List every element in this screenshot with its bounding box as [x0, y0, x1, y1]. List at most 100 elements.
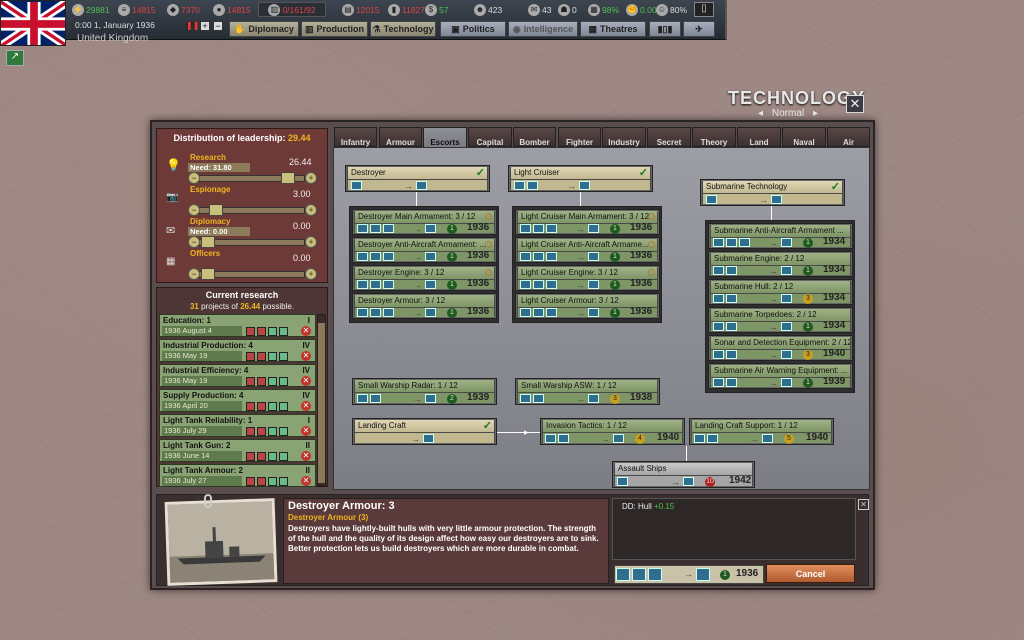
move-up-icon[interactable]	[268, 477, 277, 486]
move-first-icon[interactable]	[279, 427, 288, 436]
scrollbar-thumb[interactable]	[318, 323, 325, 483]
move-up-icon[interactable]	[268, 352, 277, 361]
officers-increase[interactable]: +	[305, 268, 317, 280]
tab-diplomacy[interactable]: ✋ Diplomacy	[229, 21, 299, 37]
move-top-icon[interactable]	[246, 352, 255, 361]
tab-infantry[interactable]: Infantry	[334, 127, 377, 147]
tech-small-warship-radar[interactable]: Small Warship Radar: 1 / 12 → 2 1939	[352, 378, 497, 405]
research-decrease[interactable]: −	[188, 172, 200, 184]
tab-secret[interactable]: Secret	[647, 127, 691, 147]
tab-naval[interactable]: Naval	[782, 127, 826, 147]
move-down-icon[interactable]	[257, 427, 266, 436]
tab-capital[interactable]: Capital	[468, 127, 512, 147]
move-top-icon[interactable]	[246, 377, 255, 386]
move-up-icon[interactable]	[268, 427, 277, 436]
energy-resource[interactable]: ⚡ 29881	[72, 2, 110, 17]
move-down-icon[interactable]	[257, 452, 266, 461]
tab-technology[interactable]: ⚗ Technology	[370, 21, 436, 37]
outliner-toggle-button[interactable]: ↗	[6, 50, 24, 66]
tech-landing-craft-support[interactable]: Landing Craft Support: 1 / 12 → 5 1940	[689, 418, 834, 445]
slow-down-button[interactable]: −	[213, 21, 223, 31]
money-resource[interactable]: $57	[425, 2, 448, 17]
officers-slider-handle[interactable]	[201, 268, 215, 280]
move-up-icon[interactable]	[268, 377, 277, 386]
crude-oil-resource[interactable]: ● 14815	[213, 2, 251, 17]
rare-materials-resource[interactable]: ◆ 7370	[167, 2, 200, 17]
tab-fighter[interactable]: Fighter	[558, 127, 601, 147]
research-queue-item[interactable]: Supply Production: 4 IV 1936 April 20 ✕	[159, 389, 316, 412]
cancel-research-icon[interactable]: ✕	[301, 376, 311, 386]
research-queue-item[interactable]: Light Tank Gun: 2 II 1936 June 14 ✕	[159, 439, 316, 462]
cancel-research-icon[interactable]: ✕	[301, 401, 311, 411]
research-slider-handle[interactable]	[281, 172, 295, 184]
research-queue-item[interactable]: Industrial Efficiency: 4 IV 1936 May 19 ✕	[159, 364, 316, 387]
move-first-icon[interactable]	[279, 452, 288, 461]
move-up-icon[interactable]	[268, 452, 277, 461]
tab-industry[interactable]: Industry	[602, 127, 646, 147]
speed-up-button[interactable]: +	[200, 21, 210, 31]
mode-selector[interactable]: ◂ Normal ▸	[758, 108, 818, 119]
tech-submarine-technology[interactable]: Submarine Technology → ✓	[700, 179, 845, 206]
research-queue-item[interactable]: Education: 1 I 1936 August 4 ✕	[159, 314, 316, 337]
tech-submarine-air-warning-equipment[interactable]: Submarine Air Warning Equipment: ... → 1 19…	[708, 363, 853, 389]
close-window-button[interactable]: ✕	[846, 95, 864, 113]
close-detail-button[interactable]: ✕	[858, 499, 869, 510]
tab-armour[interactable]: Armour	[379, 127, 422, 147]
tech-light-cruiser-engine[interactable]: Light Cruiser Engine: 3 / 12 → 1 1936	[515, 265, 660, 291]
manpower-resource[interactable]: ☻ 423	[474, 2, 502, 17]
messages-counter[interactable]: ✉ 43	[528, 2, 551, 17]
national-unity[interactable]: ▦ 98%	[588, 2, 619, 17]
research-scrollbar[interactable]	[317, 314, 326, 486]
move-down-icon[interactable]	[257, 327, 266, 336]
tab-land[interactable]: Land	[737, 127, 781, 147]
move-down-icon[interactable]	[257, 352, 266, 361]
war-exhaustion[interactable]: ☺ 80%	[656, 2, 687, 17]
research-queue-item[interactable]: Light Tank Reliability: 1 I 1936 July 29 ✕	[159, 414, 316, 437]
move-first-icon[interactable]	[279, 377, 288, 386]
tech-submarine-hull[interactable]: Submarine Hull: 2 / 12 → 3 1934	[708, 279, 853, 305]
dissent-indicator[interactable]: ✊ 0.00	[626, 2, 657, 17]
options-button[interactable]: ✈	[683, 21, 715, 37]
espionage-increase[interactable]: +	[305, 204, 317, 216]
move-down-icon[interactable]	[257, 402, 266, 411]
tech-light-cruiser-anti-aircraft-armament[interactable]: Light Cruiser Anti-Aircraft Armame... → 1 1…	[515, 237, 660, 263]
tech-submarine-anti-aircraft-armament[interactable]: Submarine Anti-Aircraft Armament ... → 1 19…	[708, 223, 853, 249]
tab-theatres[interactable]: ▦ Theatres	[580, 21, 646, 37]
pause-button[interactable]: ❚❚	[186, 21, 199, 31]
tab-bomber[interactable]: Bomber	[513, 127, 556, 147]
tech-landing-craft[interactable]: Landing Craft → ✓	[352, 418, 497, 445]
tech-submarine-torpedoes[interactable]: Submarine Torpedoes: 2 / 12 → 1 1934	[708, 307, 853, 333]
tab-escorts[interactable]: Escorts	[423, 127, 467, 149]
tech-destroyer-engine[interactable]: Destroyer Engine: 3 / 12 → 1 1936	[352, 265, 497, 291]
diplomacy-slider-handle[interactable]	[201, 236, 215, 248]
tab-air[interactable]: Air	[827, 127, 870, 147]
cancel-research-icon[interactable]: ✕	[301, 476, 311, 486]
cancel-research-icon[interactable]: ✕	[301, 451, 311, 461]
officers-decrease[interactable]: −	[188, 268, 200, 280]
tech-light-cruiser[interactable]: Light Cruiser → ✓	[508, 165, 653, 192]
diplomacy-decrease[interactable]: −	[188, 236, 200, 248]
move-down-icon[interactable]	[257, 477, 266, 486]
metal-resource[interactable]: ≡ 14815	[118, 2, 156, 17]
diplomacy-increase[interactable]: +	[305, 236, 317, 248]
tech-destroyer-main-armament[interactable]: Destroyer Main Armament: 3 / 12 → 1 1936	[352, 209, 497, 235]
research-queue-item[interactable]: Industrial Production: 4 IV 1936 May 19 ✕	[159, 339, 316, 362]
cancel-button[interactable]: Cancel	[766, 564, 855, 583]
cancel-research-icon[interactable]: ✕	[301, 351, 311, 361]
research-increase[interactable]: +	[305, 172, 317, 184]
tech-destroyer-armour[interactable]: Destroyer Armour: 3 / 12 → 1 1936	[352, 293, 497, 319]
espionage-decrease[interactable]: −	[188, 204, 200, 216]
tab-production[interactable]: ▥ Production	[301, 21, 368, 37]
fuel-resource[interactable]: ▮ 11827	[388, 2, 425, 17]
ledger-button[interactable]: ▯	[694, 2, 714, 17]
tab-intelligence[interactable]: ◉ Intelligence	[508, 21, 578, 37]
move-first-icon[interactable]	[279, 327, 288, 336]
tech-destroyer[interactable]: Destroyer → ✓	[345, 165, 490, 192]
tech-submarine-engine[interactable]: Submarine Engine: 2 / 12 → 1 1934	[708, 251, 853, 277]
arrow-left-icon[interactable]: ◂	[758, 108, 763, 119]
move-down-icon[interactable]	[257, 377, 266, 386]
move-top-icon[interactable]	[246, 452, 255, 461]
move-up-icon[interactable]	[268, 327, 277, 336]
move-up-icon[interactable]	[268, 402, 277, 411]
move-first-icon[interactable]	[279, 477, 288, 486]
